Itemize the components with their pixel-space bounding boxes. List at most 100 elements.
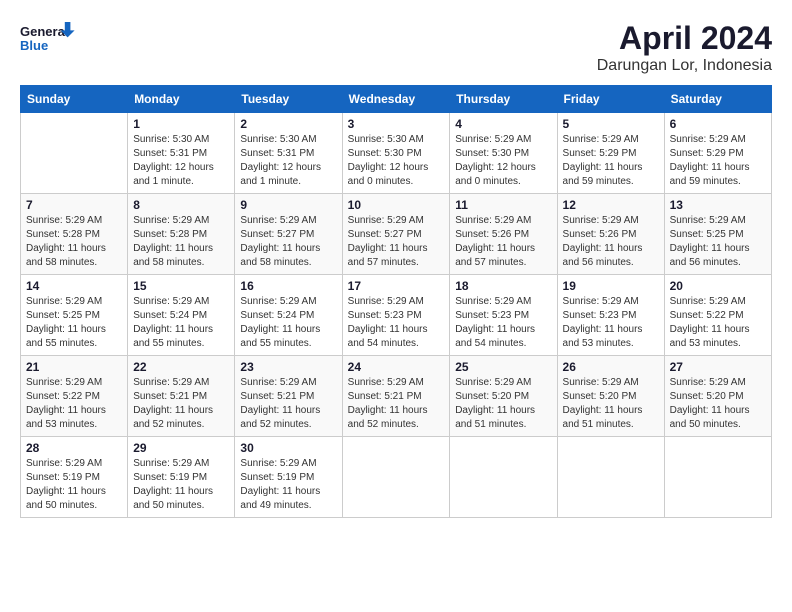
logo: General Blue [20, 20, 100, 65]
calendar-cell: 4 Sunrise: 5:29 AM Sunset: 5:30 PM Daylig… [450, 113, 557, 194]
day-info: Sunrise: 5:29 AM Sunset: 5:20 PM Dayligh… [455, 376, 551, 432]
day-number: 23 [240, 360, 336, 374]
day-number: 1 [133, 117, 229, 131]
day-number: 20 [670, 279, 766, 293]
day-info: Sunrise: 5:29 AM Sunset: 5:26 PM Dayligh… [563, 214, 659, 270]
calendar-cell: 12 Sunrise: 5:29 AM Sunset: 5:26 PM Dayli… [557, 194, 664, 275]
day-info: Sunrise: 5:29 AM Sunset: 5:19 PM Dayligh… [240, 457, 336, 513]
day-number: 15 [133, 279, 229, 293]
calendar-cell [557, 437, 664, 518]
header: General Blue April 2024 Darungan Lor, In… [20, 20, 772, 75]
calendar-cell: 30 Sunrise: 5:29 AM Sunset: 5:19 PM Dayli… [235, 437, 342, 518]
title-area: April 2024 Darungan Lor, Indonesia [597, 20, 772, 75]
calendar-cell: 29Sunrise: 5:29 AM Sunset: 5:19 PM Dayli… [128, 437, 235, 518]
day-number: 2 [240, 117, 336, 131]
day-info: Sunrise: 5:29 AM Sunset: 5:21 PM Dayligh… [348, 376, 445, 432]
day-info: Sunrise: 5:29 AM Sunset: 5:20 PM Dayligh… [563, 376, 659, 432]
day-info: Sunrise: 5:29 AM Sunset: 5:23 PM Dayligh… [348, 295, 445, 351]
day-info: Sunrise: 5:29 AM Sunset: 5:23 PM Dayligh… [563, 295, 659, 351]
calendar-week-row: 7 Sunrise: 5:29 AM Sunset: 5:28 PM Daylig… [21, 194, 772, 275]
day-info: Sunrise: 5:29 AM Sunset: 5:19 PM Dayligh… [26, 457, 122, 513]
day-number: 9 [240, 198, 336, 212]
day-info: Sunrise: 5:29 AM Sunset: 5:28 PM Dayligh… [133, 214, 229, 270]
day-number: 4 [455, 117, 551, 131]
day-info: Sunrise: 5:29 AM Sunset: 5:19 PM Dayligh… [133, 457, 229, 513]
calendar-cell: 25 Sunrise: 5:29 AM Sunset: 5:20 PM Dayli… [450, 356, 557, 437]
subtitle: Darungan Lor, Indonesia [597, 57, 772, 75]
calendar-cell: 5 Sunrise: 5:29 AM Sunset: 5:29 PM Daylig… [557, 113, 664, 194]
day-number: 11 [455, 198, 551, 212]
weekday-header-cell: Thursday [450, 86, 557, 113]
calendar-cell [450, 437, 557, 518]
calendar-body: 1 Sunrise: 5:30 AM Sunset: 5:31 PM Daylig… [21, 113, 772, 518]
calendar-cell: 27 Sunrise: 5:29 AM Sunset: 5:20 PM Dayli… [664, 356, 771, 437]
calendar-header-row: SundayMondayTuesdayWednesdayThursdayFrid… [21, 86, 772, 113]
calendar-cell: 19 Sunrise: 5:29 AM Sunset: 5:23 PM Dayli… [557, 275, 664, 356]
day-number: 3 [348, 117, 445, 131]
day-info: Sunrise: 5:29 AM Sunset: 5:22 PM Dayligh… [26, 376, 122, 432]
calendar-cell: 26 Sunrise: 5:29 AM Sunset: 5:20 PM Dayli… [557, 356, 664, 437]
calendar-cell: 9 Sunrise: 5:29 AM Sunset: 5:27 PM Daylig… [235, 194, 342, 275]
day-info: Sunrise: 5:29 AM Sunset: 5:20 PM Dayligh… [670, 376, 766, 432]
day-number: 19 [563, 279, 659, 293]
calendar-cell: 10Sunrise: 5:29 AM Sunset: 5:27 PM Dayli… [342, 194, 450, 275]
month-title: April 2024 [597, 20, 772, 57]
day-info: Sunrise: 5:29 AM Sunset: 5:25 PM Dayligh… [670, 214, 766, 270]
day-info: Sunrise: 5:30 AM Sunset: 5:31 PM Dayligh… [240, 133, 336, 189]
weekday-header-cell: Monday [128, 86, 235, 113]
weekday-header-cell: Saturday [664, 86, 771, 113]
weekday-header-cell: Tuesday [235, 86, 342, 113]
day-number: 7 [26, 198, 122, 212]
day-info: Sunrise: 5:30 AM Sunset: 5:30 PM Dayligh… [348, 133, 445, 189]
calendar-week-row: 28 Sunrise: 5:29 AM Sunset: 5:19 PM Dayli… [21, 437, 772, 518]
day-info: Sunrise: 5:29 AM Sunset: 5:26 PM Dayligh… [455, 214, 551, 270]
day-number: 14 [26, 279, 122, 293]
calendar-cell: 11 Sunrise: 5:29 AM Sunset: 5:26 PM Dayli… [450, 194, 557, 275]
day-info: Sunrise: 5:29 AM Sunset: 5:29 PM Dayligh… [563, 133, 659, 189]
day-info: Sunrise: 5:29 AM Sunset: 5:22 PM Dayligh… [670, 295, 766, 351]
calendar-cell: 2 Sunrise: 5:30 AM Sunset: 5:31 PM Daylig… [235, 113, 342, 194]
day-number: 28 [26, 441, 122, 455]
calendar-cell: 17 Sunrise: 5:29 AM Sunset: 5:23 PM Dayli… [342, 275, 450, 356]
day-number: 27 [670, 360, 766, 374]
calendar-cell: 16Sunrise: 5:29 AM Sunset: 5:24 PM Dayli… [235, 275, 342, 356]
calendar-cell: 22Sunrise: 5:29 AM Sunset: 5:21 PM Dayli… [128, 356, 235, 437]
calendar-cell: 15Sunrise: 5:29 AM Sunset: 5:24 PM Dayli… [128, 275, 235, 356]
day-number: 26 [563, 360, 659, 374]
calendar-cell: 14 Sunrise: 5:29 AM Sunset: 5:25 PM Dayli… [21, 275, 128, 356]
calendar-cell [342, 437, 450, 518]
weekday-header-cell: Sunday [21, 86, 128, 113]
calendar-cell: 28 Sunrise: 5:29 AM Sunset: 5:19 PM Dayli… [21, 437, 128, 518]
calendar-cell: 21 Sunrise: 5:29 AM Sunset: 5:22 PM Dayli… [21, 356, 128, 437]
calendar-week-row: 21 Sunrise: 5:29 AM Sunset: 5:22 PM Dayli… [21, 356, 772, 437]
day-number: 17 [348, 279, 445, 293]
day-info: Sunrise: 5:29 AM Sunset: 5:27 PM Dayligh… [240, 214, 336, 270]
day-number: 12 [563, 198, 659, 212]
weekday-header-cell: Wednesday [342, 86, 450, 113]
day-info: Sunrise: 5:29 AM Sunset: 5:28 PM Dayligh… [26, 214, 122, 270]
calendar-cell: 20 Sunrise: 5:29 AM Sunset: 5:22 PM Dayli… [664, 275, 771, 356]
calendar-cell: 24 Sunrise: 5:29 AM Sunset: 5:21 PM Dayli… [342, 356, 450, 437]
day-number: 24 [348, 360, 445, 374]
calendar-cell: 1Sunrise: 5:30 AM Sunset: 5:31 PM Daylig… [128, 113, 235, 194]
calendar-cell: 6Sunrise: 5:29 AM Sunset: 5:29 PM Daylig… [664, 113, 771, 194]
calendar-cell: 8 Sunrise: 5:29 AM Sunset: 5:28 PM Daylig… [128, 194, 235, 275]
day-number: 8 [133, 198, 229, 212]
calendar-cell: 23Sunrise: 5:29 AM Sunset: 5:21 PM Dayli… [235, 356, 342, 437]
day-info: Sunrise: 5:29 AM Sunset: 5:21 PM Dayligh… [133, 376, 229, 432]
day-number: 16 [240, 279, 336, 293]
day-info: Sunrise: 5:29 AM Sunset: 5:30 PM Dayligh… [455, 133, 551, 189]
day-info: Sunrise: 5:29 AM Sunset: 5:27 PM Dayligh… [348, 214, 445, 270]
day-info: Sunrise: 5:29 AM Sunset: 5:25 PM Dayligh… [26, 295, 122, 351]
svg-text:Blue: Blue [20, 38, 48, 53]
day-number: 6 [670, 117, 766, 131]
logo-icon: General Blue [20, 20, 100, 60]
day-number: 21 [26, 360, 122, 374]
calendar-cell: 18Sunrise: 5:29 AM Sunset: 5:23 PM Dayli… [450, 275, 557, 356]
day-number: 25 [455, 360, 551, 374]
calendar-table: SundayMondayTuesdayWednesdayThursdayFrid… [20, 85, 772, 518]
day-number: 30 [240, 441, 336, 455]
calendar-week-row: 1 Sunrise: 5:30 AM Sunset: 5:31 PM Daylig… [21, 113, 772, 194]
calendar-cell: 3 Sunrise: 5:30 AM Sunset: 5:30 PM Daylig… [342, 113, 450, 194]
day-number: 5 [563, 117, 659, 131]
